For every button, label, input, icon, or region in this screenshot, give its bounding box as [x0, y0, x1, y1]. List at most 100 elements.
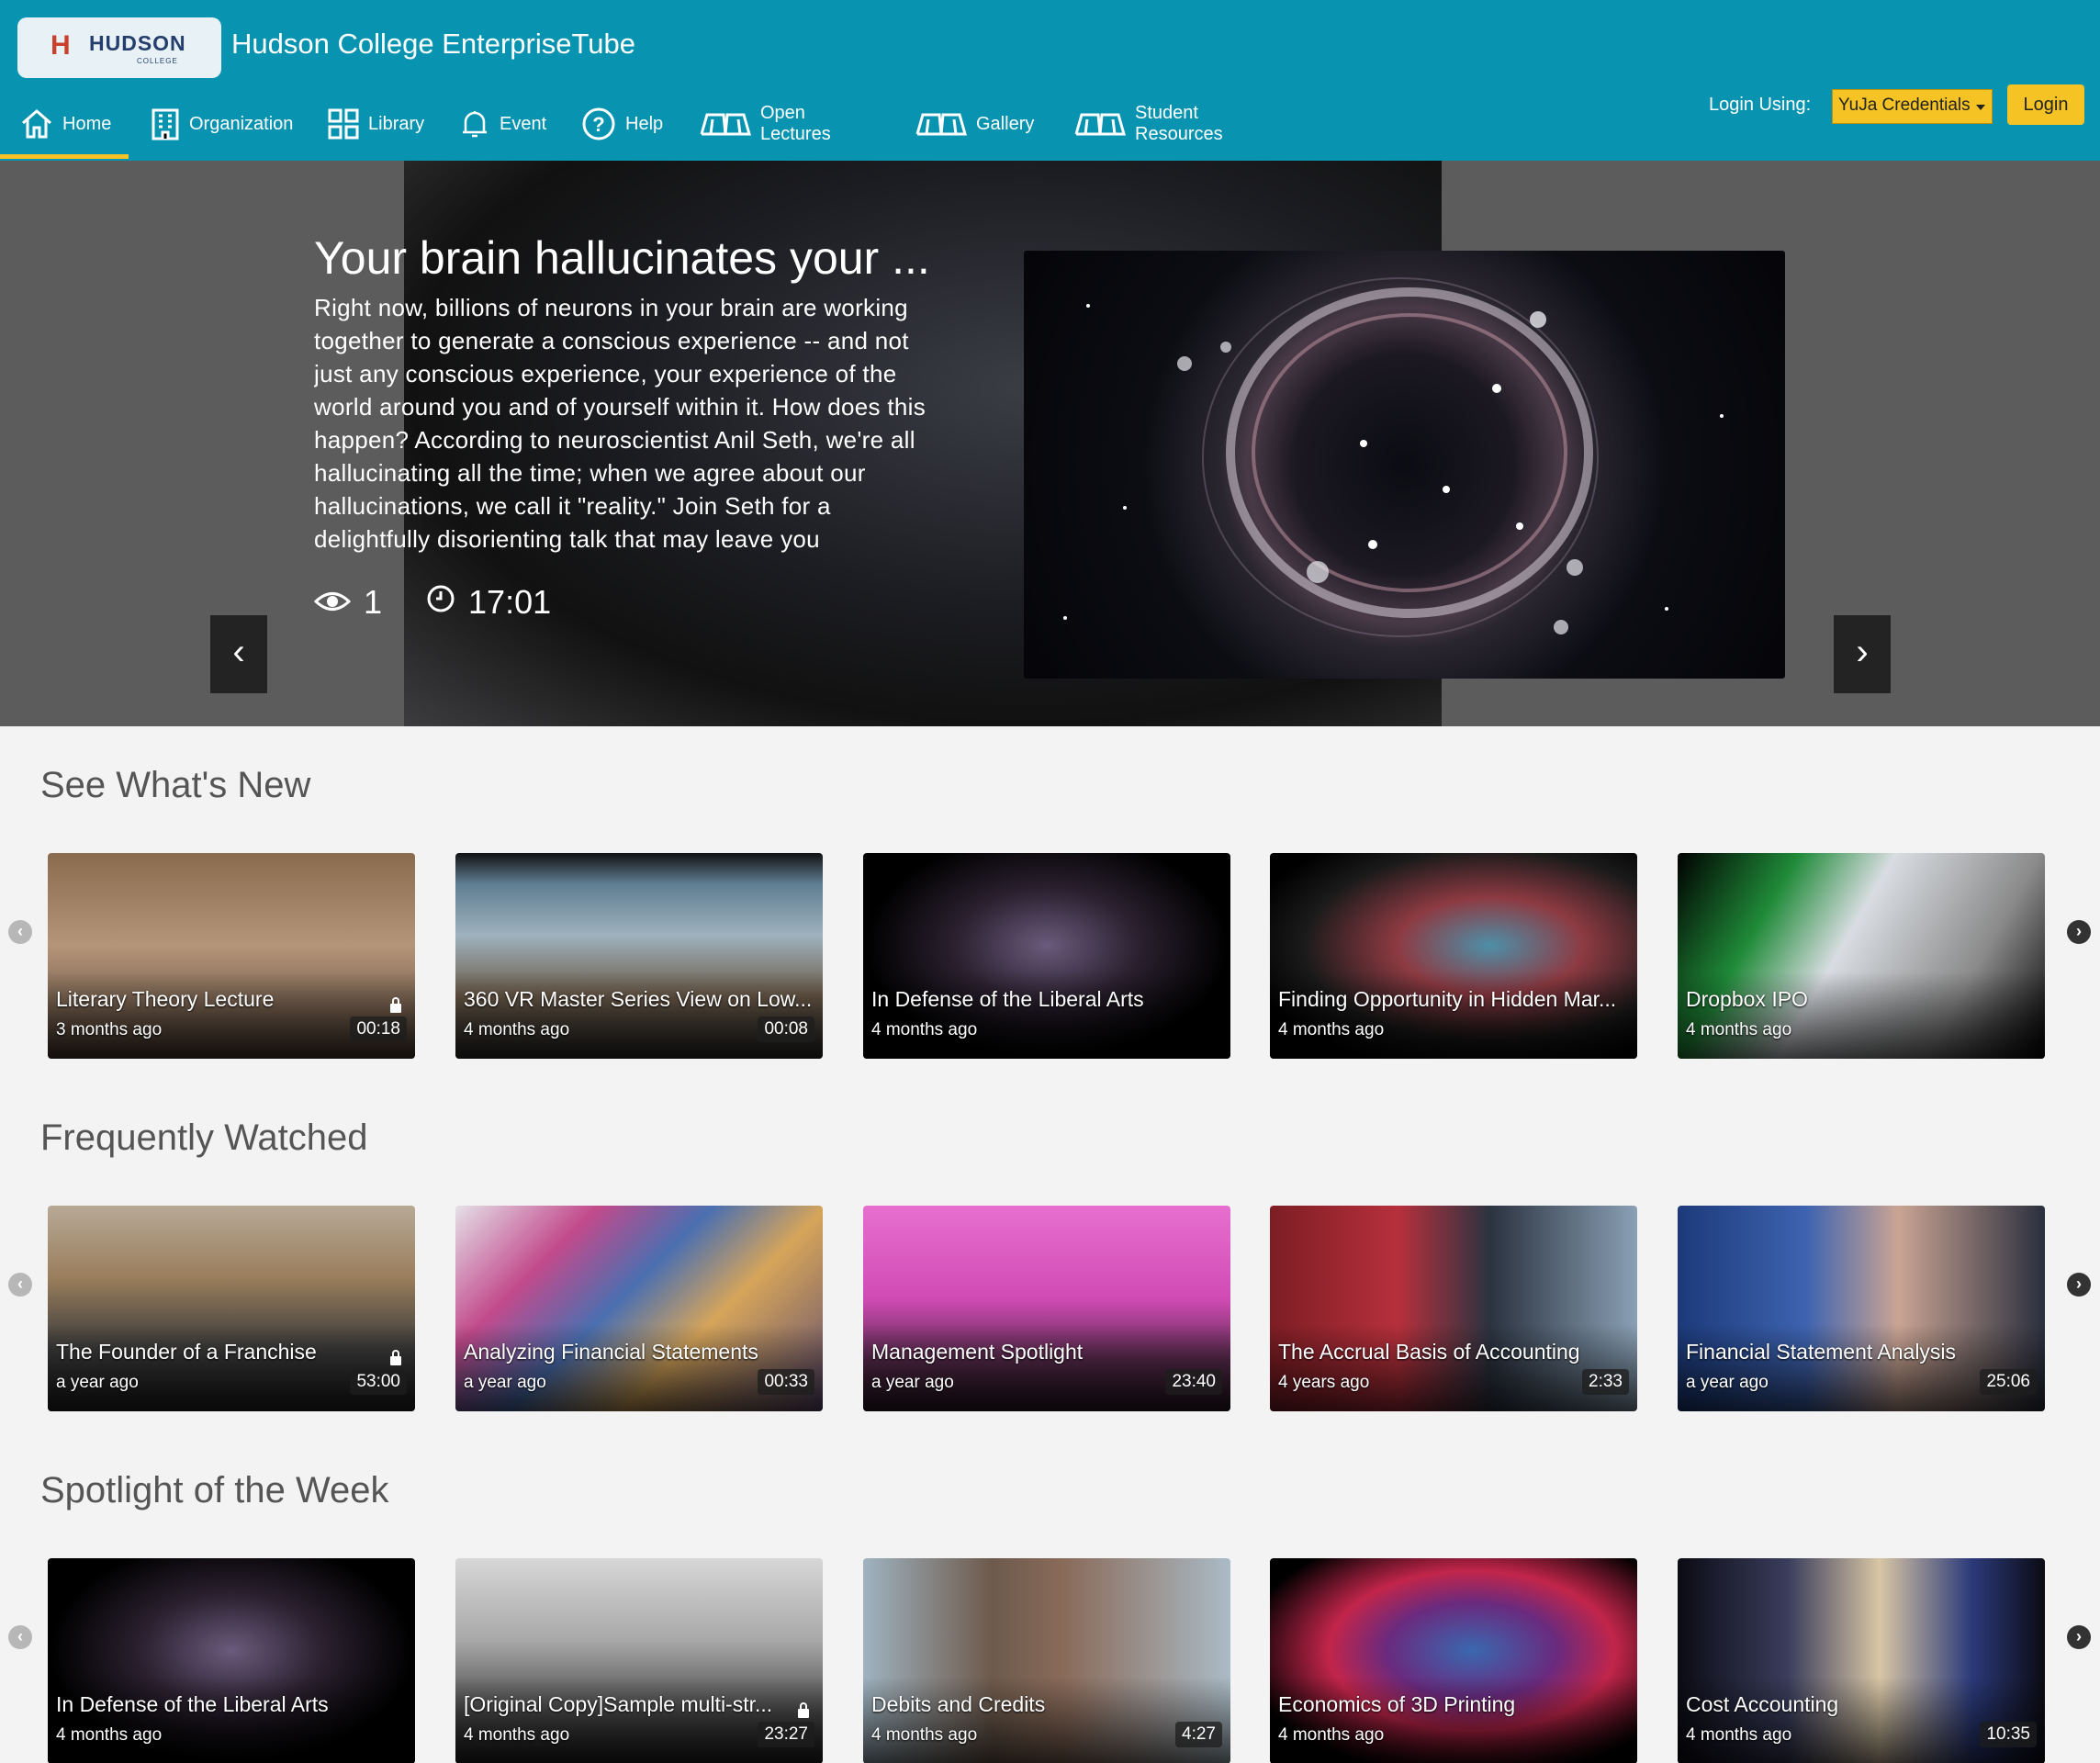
- section-title-spotlight: Spotlight of the Week: [40, 1470, 389, 1510]
- featured-title[interactable]: Your brain hallucinates your ...: [314, 231, 930, 285]
- video-card[interactable]: Dropbox IPO 4 months ago: [1678, 853, 2045, 1059]
- card-overlay: [1270, 1677, 1637, 1763]
- carousel-next-button[interactable]: ›: [1834, 615, 1891, 693]
- nav-organization[interactable]: Organization: [151, 87, 293, 161]
- video-duration: 25:06: [1980, 1369, 2037, 1395]
- video-age: 4 years ago: [1278, 1373, 1370, 1392]
- eye-icon: [313, 583, 352, 622]
- video-age: a year ago: [871, 1373, 954, 1392]
- video-title: [Original Copy]Sample multi-str...: [464, 1692, 773, 1716]
- home-icon: [20, 107, 53, 140]
- video-duration: 23:27: [758, 1722, 814, 1747]
- video-duration: 2:33: [1582, 1369, 1629, 1395]
- nav-library[interactable]: Library: [328, 87, 424, 161]
- view-count: 1: [364, 583, 383, 621]
- video-title: Dropbox IPO: [1686, 987, 1808, 1011]
- nav-event[interactable]: Event: [459, 87, 546, 161]
- card-overlay: [455, 971, 823, 1059]
- video-card[interactable]: In Defense of the Liberal Arts 4 months …: [48, 1558, 415, 1763]
- video-card[interactable]: Economics of 3D Printing 4 months ago: [1270, 1558, 1637, 1763]
- nav-help[interactable]: ? Help: [581, 87, 663, 161]
- nav-student-resources[interactable]: Student Resources: [1074, 87, 1223, 161]
- video-title: Analyzing Financial Statements: [464, 1340, 758, 1364]
- nav-label: Open Lectures: [760, 103, 831, 144]
- video-duration: 00:33: [758, 1369, 814, 1395]
- video-age: a year ago: [1686, 1373, 1769, 1392]
- featured-meta: 1 17:01: [313, 583, 551, 622]
- row-prev-button[interactable]: ‹: [8, 920, 32, 944]
- nav-open-lectures[interactable]: Open Lectures: [700, 87, 831, 161]
- nav-home[interactable]: Home: [20, 87, 111, 161]
- nav-label: Student Resources: [1135, 103, 1223, 144]
- video-age: a year ago: [56, 1373, 139, 1392]
- chevron-down-icon: [1976, 105, 1985, 110]
- video-duration: 00:18: [350, 1016, 407, 1042]
- carousel-prev-button[interactable]: ‹: [210, 615, 267, 693]
- card-overlay: [1270, 971, 1637, 1059]
- card-overlay: [1678, 1677, 2045, 1763]
- college-logo[interactable]: H HUDSON COLLEGE: [17, 17, 221, 78]
- video-title: Management Spotlight: [871, 1340, 1084, 1364]
- nav-label: Home: [62, 113, 112, 134]
- video-age: 4 months ago: [1686, 1020, 1792, 1039]
- video-age: 4 months ago: [1278, 1725, 1385, 1745]
- section-title-frequent: Frequently Watched: [40, 1117, 368, 1158]
- section-title-new: See What's New: [40, 765, 311, 805]
- video-card[interactable]: [Original Copy]Sample multi-str... 4 mon…: [455, 1558, 823, 1763]
- nav-label: Organization: [189, 113, 294, 134]
- card-overlay: [1678, 1324, 2045, 1411]
- nav-label: Help: [625, 113, 664, 134]
- top-header: H HUDSON COLLEGE Hudson College Enterpri…: [0, 0, 2100, 161]
- row-prev-button[interactable]: ‹: [8, 1273, 32, 1297]
- video-title: Literary Theory Lecture: [56, 987, 275, 1011]
- book-icon: [700, 112, 751, 136]
- featured-video-thumbnail[interactable]: [1024, 251, 1785, 679]
- video-title: Debits and Credits: [871, 1692, 1046, 1716]
- row-next-button[interactable]: ›: [2067, 1625, 2091, 1649]
- neuron-ring-image: [1063, 277, 1724, 637]
- video-age: 4 months ago: [56, 1725, 163, 1745]
- featured-description: Right now, billions of neurons in your b…: [314, 294, 926, 553]
- lock-icon: [390, 1350, 401, 1365]
- nav-label: Library: [368, 113, 425, 134]
- video-age: a year ago: [464, 1373, 546, 1392]
- book-icon: [915, 112, 967, 136]
- login-method-select[interactable]: YuJa Credentials: [1832, 89, 1993, 124]
- book-icon: [1074, 112, 1126, 136]
- video-card[interactable]: 360 VR Master Series View on Low... 4 mo…: [455, 853, 823, 1059]
- card-overlay: [48, 971, 415, 1059]
- row-next-button[interactable]: ›: [2067, 920, 2091, 944]
- nav-label: Event: [500, 113, 547, 134]
- row-next-button[interactable]: ›: [2067, 1273, 2091, 1297]
- video-age: 4 months ago: [464, 1725, 570, 1745]
- video-card[interactable]: Financial Statement Analysis a year ago …: [1678, 1206, 2045, 1411]
- help-icon: ?: [581, 107, 616, 141]
- video-card[interactable]: The Accrual Basis of Accounting 4 years …: [1270, 1206, 1637, 1411]
- video-card[interactable]: Analyzing Financial Statements a year ag…: [455, 1206, 823, 1411]
- video-card[interactable]: The Founder of a Franchise a year ago 53…: [48, 1206, 415, 1411]
- video-card[interactable]: Management Spotlight a year ago 23:40: [863, 1206, 1230, 1411]
- video-duration: 53:00: [350, 1369, 407, 1395]
- video-duration: 4:27: [1175, 1722, 1222, 1747]
- video-title: Financial Statement Analysis: [1686, 1340, 1957, 1364]
- video-age: 4 months ago: [871, 1725, 978, 1745]
- video-card[interactable]: Literary Theory Lecture 3 months ago 00:…: [48, 853, 415, 1059]
- video-card[interactable]: Finding Opportunity in Hidden Mar... 4 m…: [1270, 853, 1637, 1059]
- video-title: Finding Opportunity in Hidden Mar...: [1278, 987, 1617, 1011]
- video-age: 4 months ago: [1686, 1725, 1792, 1745]
- video-card[interactable]: Debits and Credits 4 months ago 4:27: [863, 1558, 1230, 1763]
- nav-gallery[interactable]: Gallery: [915, 87, 1034, 161]
- login-button[interactable]: Login: [2007, 84, 2084, 125]
- video-card[interactable]: Cost Accounting 4 months ago 10:35: [1678, 1558, 2045, 1763]
- video-age: 4 months ago: [871, 1020, 978, 1039]
- login-label: Login Using:: [1709, 95, 1812, 115]
- card-overlay: [455, 1677, 823, 1763]
- lock-icon: [390, 997, 401, 1013]
- card-overlay: [1678, 971, 2045, 1059]
- logo-subtext: COLLEGE: [137, 57, 178, 65]
- card-overlay: [1270, 1324, 1637, 1411]
- clock-icon: [426, 583, 455, 622]
- row-prev-button[interactable]: ‹: [8, 1625, 32, 1649]
- video-card[interactable]: In Defense of the Liberal Arts 4 months …: [863, 853, 1230, 1059]
- video-duration: 00:08: [758, 1016, 814, 1042]
